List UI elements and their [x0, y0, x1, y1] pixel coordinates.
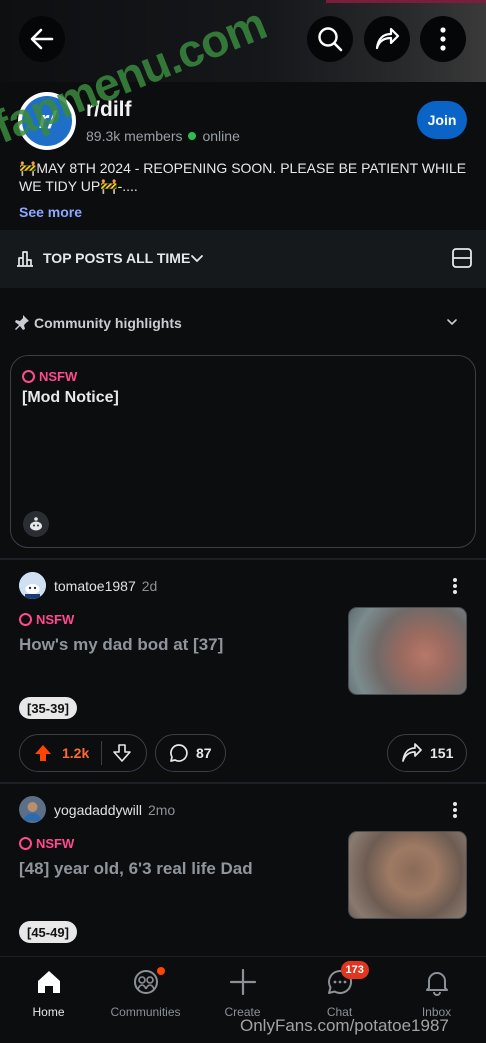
nav-label: Communities [110, 1005, 181, 1019]
highlight-title: [Mod Notice] [22, 389, 119, 406]
app-screen: r/ r/dilf 89.3k members online Join 🚧MAY… [0, 0, 486, 1043]
notification-dot [156, 967, 165, 975]
post-title[interactable]: How's my dad bod at [37] [19, 635, 223, 655]
nsfw-icon [19, 613, 32, 626]
online-label: online [202, 128, 240, 144]
member-count: 89.3k members [86, 128, 183, 144]
comment-count: 87 [196, 745, 212, 761]
nsfw-label: NSFW [36, 612, 75, 627]
view-toggle-icon[interactable] [451, 247, 473, 269]
share-post-button[interactable]: 151 [387, 734, 467, 772]
plus-icon [228, 967, 258, 997]
nsfw-icon [22, 370, 35, 383]
post-time: 2d [141, 578, 158, 594]
author-name[interactable]: tomatoe1987 [54, 578, 136, 594]
see-more-link[interactable]: See more [19, 204, 82, 220]
author-name[interactable]: yogadaddywill [54, 802, 142, 818]
more-vertical-icon [440, 27, 446, 51]
chat-icon: 173 [325, 961, 369, 997]
share-button[interactable] [364, 16, 410, 62]
post-options-button[interactable] [452, 576, 458, 596]
post-card[interactable]: yogadaddywill 2mo NSFW [48] year old, 6'3… [0, 784, 486, 956]
post-flair: [45-49] [19, 921, 77, 943]
share-arrow-icon [402, 743, 422, 762]
top-chart-icon [17, 251, 33, 267]
nsfw-label: NSFW [39, 369, 78, 384]
back-arrow-icon [30, 28, 54, 50]
user-avatar[interactable] [19, 796, 46, 823]
post-options-button[interactable] [452, 800, 458, 820]
pin-icon [15, 315, 29, 330]
sort-bar: TOP POSTS ALL TIME [0, 230, 486, 288]
post-author[interactable]: tomatoe1987 2d [54, 578, 157, 594]
nav-label: Home [32, 1005, 65, 1019]
bell-icon [422, 967, 452, 997]
post-flair: [35-39] [19, 697, 77, 719]
profile-photo-icon [19, 796, 46, 823]
search-button[interactable] [307, 16, 353, 62]
post-thumbnail[interactable] [348, 607, 467, 695]
share-count: 151 [430, 745, 454, 761]
collapse-chevron-icon[interactable] [446, 316, 458, 328]
post-thumbnail[interactable] [348, 831, 467, 919]
overflow-menu-button[interactable] [420, 16, 466, 62]
chevron-down-icon[interactable] [190, 252, 204, 266]
nsfw-tag: NSFW [19, 612, 74, 627]
share-icon [375, 27, 400, 50]
nsfw-icon [19, 837, 32, 850]
comment-bubble-icon [170, 744, 188, 762]
post-title[interactable]: [48] year old, 6'3 real life Dad [19, 859, 253, 879]
community-highlights: Community highlights NSFW [Mod Notice] [0, 290, 486, 558]
footer-watermark: OnlyFans.com/potatoe1987 [240, 1016, 449, 1035]
nav-communities[interactable]: Communities [97, 957, 194, 1043]
post-time: 2mo [147, 802, 176, 818]
post-author[interactable]: yogadaddywill 2mo [54, 802, 175, 818]
online-indicator-icon [188, 132, 197, 140]
post-card[interactable]: tomatoe1987 2d NSFW How's my dad bod at [… [0, 560, 486, 782]
highlight-card[interactable]: NSFW [Mod Notice] [10, 355, 476, 548]
back-button[interactable] [19, 16, 65, 62]
banner-stripe [326, 0, 486, 3]
sort-selector[interactable]: TOP POSTS ALL TIME [43, 250, 190, 266]
home-icon [34, 967, 64, 997]
highlights-title: Community highlights [34, 315, 182, 331]
subreddit-stats: 89.3k members online [86, 128, 240, 144]
snoo-avatar-icon [19, 572, 46, 599]
vote-bar: 1.2k [19, 734, 147, 772]
search-icon [318, 27, 343, 52]
downvote-arrow-icon[interactable] [112, 743, 132, 763]
nsfw-tag: NSFW [19, 836, 74, 851]
chat-badge: 173 [340, 961, 369, 979]
nsfw-label: NSFW [36, 836, 75, 851]
subreddit-description: 🚧MAY 8TH 2024 - REOPENING SOON. PLEASE B… [19, 160, 467, 194]
vote-separator [101, 741, 103, 765]
nav-home[interactable]: Home [0, 957, 97, 1043]
upvote-arrow-icon[interactable] [33, 743, 53, 763]
user-avatar[interactable] [19, 572, 46, 599]
moderator-avatar [23, 511, 49, 537]
comments-button[interactable]: 87 [155, 734, 226, 772]
join-button[interactable]: Join [417, 101, 467, 139]
snoo-icon [30, 517, 42, 531]
nsfw-tag: NSFW [22, 369, 77, 384]
upvote-count: 1.2k [62, 745, 90, 761]
communities-icon [131, 967, 165, 997]
